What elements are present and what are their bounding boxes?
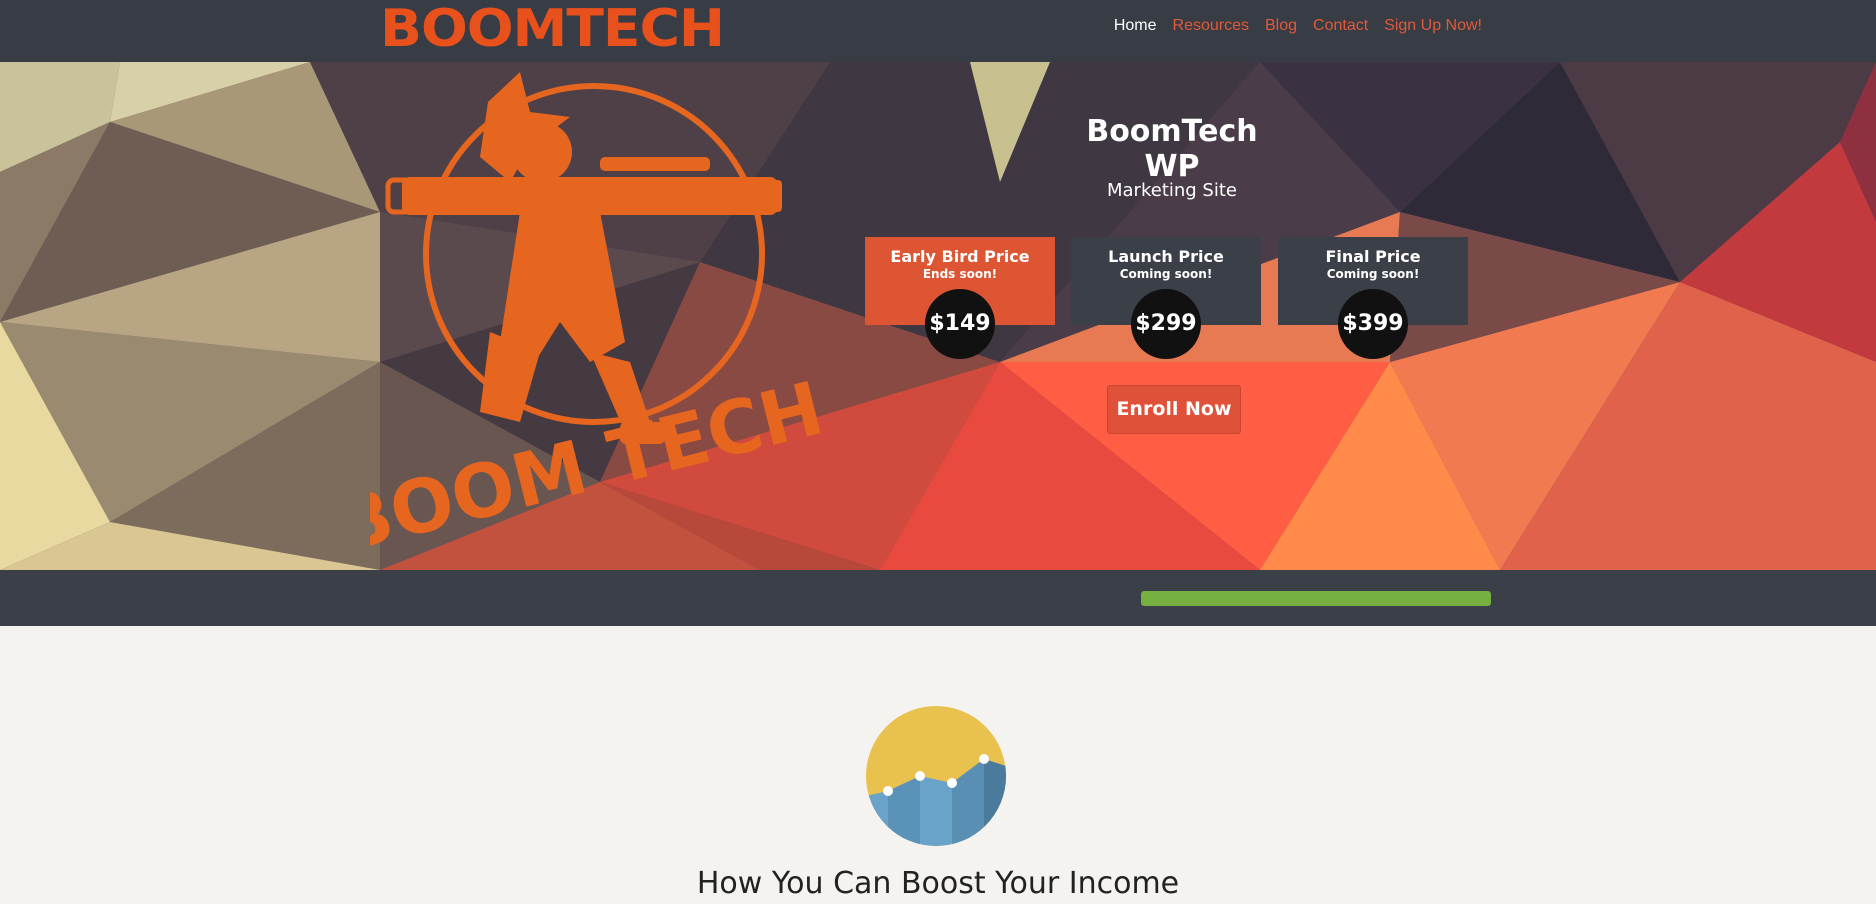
pricing-tier-note: Coming soon!: [1326, 267, 1420, 281]
enroll-now-button[interactable]: Enroll Now: [1107, 385, 1241, 434]
nav-home-link[interactable]: Home: [1114, 17, 1157, 35]
pricing-card-final: Final Price Coming soon! $399: [1278, 237, 1468, 359]
nav-blog-link[interactable]: Blog: [1265, 17, 1297, 35]
pricing-tier-name: Launch Price: [1108, 247, 1224, 266]
pricing-tier-note: Coming soon!: [1119, 267, 1213, 281]
pricing-tier-name: Final Price: [1325, 247, 1421, 266]
content-section: How You Can Boost Your Income: [0, 626, 1876, 904]
main-nav: Home Resources Blog Contact Sign Up Now!: [1114, 17, 1482, 35]
price-bubble: $299: [1131, 289, 1201, 359]
section-heading: How You Can Boost Your Income: [696, 866, 1180, 901]
hero-logo-text: BOOM TECH: [370, 366, 831, 570]
hero-title: BoomTech WP: [1086, 114, 1258, 184]
brand-logo[interactable]: BOOMTECH: [380, 2, 725, 56]
boomtech-mascot-logo: BOOM TECH: [370, 72, 831, 570]
pricing-card-launch: Launch Price Coming soon! $299: [1071, 237, 1261, 359]
pricing-tier-name: Early Bird Price: [890, 247, 1030, 266]
pricing-tier-note: Ends soon!: [922, 267, 998, 281]
hero-section: BOOM TECH BoomTech WP Marketing Site Ear…: [0, 62, 1876, 570]
pricing-card-early-bird: Early Bird Price Ends soon! $149: [865, 237, 1055, 359]
progress-fill: [1141, 591, 1491, 606]
growth-chart-icon: [866, 706, 1006, 846]
nav-resources-link[interactable]: Resources: [1173, 17, 1249, 35]
hero-subtitle: Marketing Site: [1107, 180, 1237, 201]
nav-signup-link[interactable]: Sign Up Now!: [1384, 17, 1482, 35]
price-bubble: $399: [1338, 289, 1408, 359]
progress-strip: [0, 570, 1876, 626]
enrollment-progress-bar: [1141, 591, 1491, 606]
top-navbar: BOOMTECH Home Resources Blog Contact Sig…: [0, 0, 1876, 62]
price-bubble: $149: [925, 289, 995, 359]
nav-contact-link[interactable]: Contact: [1313, 17, 1368, 35]
